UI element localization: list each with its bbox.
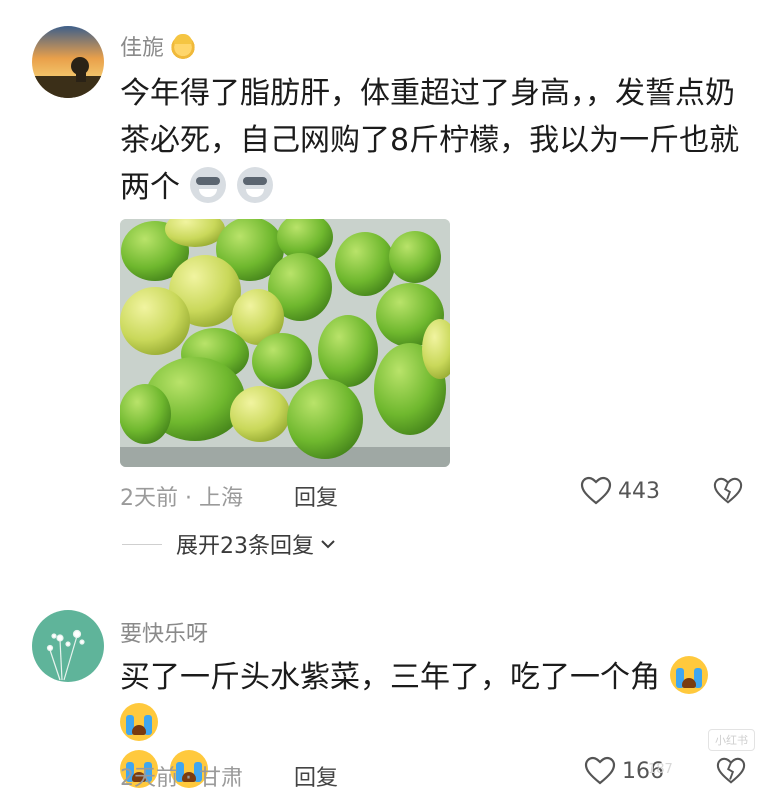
wolf-emoji-icon [189,167,226,203]
username-text[interactable]: 佳旎 [120,30,164,62]
crying-emoji-icon [669,656,708,694]
comment-timestamp-location: 2天前 · 甘肃 [120,766,243,791]
comment-line: 茶必死，自己网购了8斤柠檬，我以为一斤也就 [120,123,740,158]
chevron-down-icon [321,540,335,549]
crying-emoji-icon [120,703,158,741]
like-button[interactable]: 443 [580,476,660,506]
wolf-emoji-icon [237,167,274,203]
like-count: 443 [618,478,660,504]
expand-replies-button[interactable]: 展开23条回复 [122,528,338,560]
reply-button[interactable]: 回复 [294,760,338,792]
comment-line: 两个 [120,164,740,211]
username-text[interactable]: 要快乐呀 [120,616,208,648]
watermark-user-id: 187 [648,762,673,777]
expand-replies-label: 展开23条回复 [176,534,314,559]
comment-line-text: 两个 [120,170,180,205]
avatar[interactable] [32,26,104,98]
username[interactable]: 佳旎 [120,30,197,62]
reply-button[interactable]: 回复 [294,480,338,512]
watermark-logo: 小红书 [708,729,755,751]
avatar-flowers-image [32,610,104,682]
lemons-photo [120,219,450,467]
comment-line-text: 买了一斤头水紫菜，三年了，吃了一个角 [120,660,660,695]
comment-photo[interactable] [120,219,450,467]
username[interactable]: 要快乐呀 [120,616,208,648]
girl-emoji-icon [170,33,197,59]
broken-heart-icon[interactable] [713,476,743,506]
heart-icon [584,756,616,785]
avatar-sunset-image [32,26,104,98]
broken-heart-icon[interactable] [716,756,746,786]
comment-timestamp-location: 2天前 · 上海 [120,486,243,511]
comment-line: 今年得了脂肪肝，体重超过了身高，，发誓点奶 [120,76,735,111]
comment-text: 今年得了脂肪肝，体重超过了身高，，发誓点奶 茶必死，自己网购了8斤柠檬，我以为一… [120,70,740,211]
avatar[interactable] [32,610,104,682]
comment-line: 买了一斤头水紫菜，三年了，吃了一个角 [120,654,740,748]
heart-icon [580,476,612,505]
divider-line [122,543,162,545]
